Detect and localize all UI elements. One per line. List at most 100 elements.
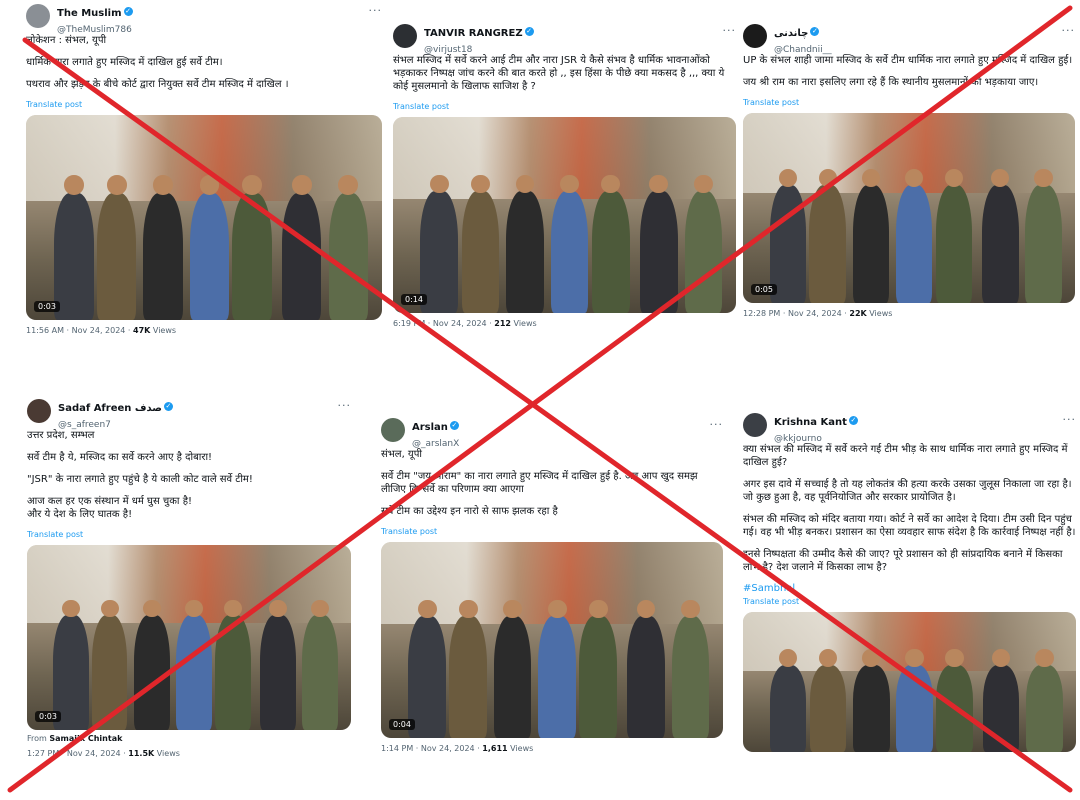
more-options-icon[interactable]: ··· <box>1062 24 1076 37</box>
post-text: संभल मस्जिद में सर्वे करने आई टीम और नार… <box>393 54 736 93</box>
author-block: TANVIR RANGREZ ✓ @virjust18 <box>424 24 534 57</box>
crowd-head <box>269 599 287 618</box>
post-header: چاندنی ✓ @Chandnii__ ··· <box>743 24 1076 57</box>
video-thumbnail[interactable]: 0:03 <box>27 545 351 730</box>
crowd-person <box>895 185 933 303</box>
source-attribution: From Samajik Chintak <box>27 734 351 743</box>
post-card: Sadaf Afreen صدف ✓ @s_afreen7 ··· उत्तर प्रद… <box>27 399 351 758</box>
crowd-head <box>944 168 963 188</box>
verified-badge-icon: ✓ <box>449 421 459 430</box>
video-thumbnail[interactable]: 0:03 <box>26 115 382 320</box>
post-paragraph: आज कल हर एक संस्थान में धर्म घुस चुका है… <box>27 496 193 520</box>
hashtag-link[interactable]: #Sambhal <box>743 583 1076 594</box>
avatar[interactable] <box>27 399 51 423</box>
post-meta: 12:28 PM · Nov 24, 2024 · 22K Views <box>743 309 1075 318</box>
post-paragraph: संभल की मस्जिद को मंदिर बताया गया। कोर्ट… <box>743 514 1076 538</box>
post-timestamp[interactable]: 6:19 PM · Nov 24, 2024 · <box>393 319 494 328</box>
view-count: 22K <box>849 309 867 318</box>
crowd-person <box>328 192 368 320</box>
crowd-head <box>106 175 127 195</box>
crowd-person <box>627 616 665 738</box>
translate-post-link[interactable]: Translate post <box>26 100 382 109</box>
crowd-person <box>639 191 678 313</box>
avatar[interactable] <box>393 24 417 48</box>
avatar[interactable] <box>381 418 405 442</box>
author-block: چاندنی ✓ @Chandnii__ <box>774 24 832 57</box>
crowd-person <box>232 192 272 320</box>
more-options-icon[interactable]: ··· <box>1063 413 1077 426</box>
crowd-head <box>199 175 220 195</box>
translate-post-link[interactable]: Translate post <box>743 597 1076 606</box>
crowd-head <box>458 599 478 619</box>
avatar[interactable] <box>743 24 767 48</box>
handle[interactable]: @TheMuslim786 <box>57 25 132 35</box>
more-options-icon[interactable]: ··· <box>338 399 352 412</box>
translate-post-link[interactable]: Translate post <box>381 527 723 536</box>
crowd-person <box>1026 665 1063 752</box>
post-header: The Muslim ✓ @TheMuslim786 ··· <box>26 4 383 35</box>
post-card: The Muslim ✓ @TheMuslim786 ··· लोकेशन : संभल… <box>26 4 382 335</box>
translate-post-link[interactable]: Translate post <box>393 102 736 111</box>
video-thumbnail[interactable]: 0:04 <box>381 542 723 738</box>
post-timestamp[interactable]: 12:28 PM · Nov 24, 2024 · <box>743 309 849 318</box>
author-block: Krishna Kant ✓ @kkjourno <box>774 413 858 446</box>
display-name[interactable]: Arslan <box>412 422 448 433</box>
post-paragraph: सर्वे टीम है ये, मस्जिद का सर्वे करने आए… <box>27 452 213 463</box>
crowd-head <box>1034 168 1053 188</box>
video-thumbnail[interactable]: 0:05 <box>743 113 1075 303</box>
handle[interactable]: @_arslanX <box>412 439 459 449</box>
display-name[interactable]: Krishna Kant <box>774 417 847 428</box>
crowd-person <box>538 616 576 738</box>
post-card: TANVIR RANGREZ ✓ @virjust18 ··· संभल मस्जिद … <box>393 24 736 328</box>
view-count: 212 <box>494 319 511 328</box>
post-paragraph: इनसे निष्पक्षता की उम्मीद कैसे की जाए? प… <box>743 549 1063 573</box>
crowd-head <box>417 599 437 619</box>
avatar[interactable] <box>743 413 767 437</box>
post-text: उत्तर प्रदेश, सम्भल सर्वे टीम है ये, मस्ज… <box>27 429 351 521</box>
more-options-icon[interactable]: ··· <box>710 418 724 431</box>
post-timestamp[interactable]: 1:14 PM · Nov 24, 2024 · <box>381 744 482 753</box>
post-meta: 6:19 PM · Nov 24, 2024 · 212 Views <box>393 319 736 328</box>
display-name[interactable]: TANVIR RANGREZ <box>424 28 523 39</box>
post-paragraph: संभल मस्जिद में सर्वे करने आई टीम और नार… <box>393 55 725 92</box>
verified-badge-icon: ✓ <box>810 27 820 36</box>
video-thumbnail[interactable]: 0:14 <box>393 117 736 313</box>
post-paragraph: "JSR" के नारा लगाते हुए पहुंचे है ये काल… <box>27 474 253 485</box>
verified-badge-icon: ✓ <box>163 402 173 411</box>
video-thumbnail[interactable] <box>743 612 1076 752</box>
post-timestamp[interactable]: 1:27 PM · Nov 24, 2024 · <box>27 749 128 758</box>
view-count: 1,611 <box>482 744 508 753</box>
crowd-head <box>861 168 880 188</box>
crowd-head <box>778 168 797 188</box>
crowd-head <box>547 599 567 619</box>
handle[interactable]: @Chandnii__ <box>774 45 832 55</box>
display-name[interactable]: چاندنی <box>774 28 808 39</box>
translate-post-link[interactable]: Translate post <box>27 530 351 539</box>
views-label: Views <box>507 744 534 753</box>
source-name[interactable]: Samajik Chintak <box>49 734 122 743</box>
post-timestamp[interactable]: 11:56 AM · Nov 24, 2024 · <box>26 326 133 335</box>
video-duration: 0:14 <box>401 294 427 305</box>
post-text: UP के संभल शाही जामा मस्जिद के सर्वे टीम… <box>743 54 1075 89</box>
verified-badge-icon: ✓ <box>524 27 534 36</box>
more-options-icon[interactable]: ··· <box>369 4 383 17</box>
avatar[interactable] <box>26 4 50 28</box>
translate-post-link[interactable]: Translate post <box>743 98 1075 107</box>
crowd-person <box>982 665 1020 752</box>
views-label: Views <box>154 749 180 758</box>
crowd-head <box>61 599 80 618</box>
more-options-icon[interactable]: ··· <box>723 24 737 37</box>
handle[interactable]: @s_afreen7 <box>58 420 111 430</box>
video-duration: 0:03 <box>35 711 61 722</box>
crowd-person <box>461 191 500 313</box>
handle[interactable]: @kkjourno <box>774 434 822 444</box>
post-text: संभल, यूपी सर्वे टीम "जय श्रीराम" का नारा… <box>381 448 723 518</box>
crowd-person <box>550 191 589 313</box>
crowd-head <box>153 175 173 195</box>
crowd-head <box>223 599 242 618</box>
handle[interactable]: @virjust18 <box>424 45 472 55</box>
display-name[interactable]: Sadaf Afreen صدف <box>58 403 162 414</box>
display-name[interactable]: The Muslim <box>57 8 122 19</box>
post-meta: 1:27 PM · Nov 24, 2024 · 11.5K Views <box>27 749 351 758</box>
crowd-person <box>493 616 532 738</box>
